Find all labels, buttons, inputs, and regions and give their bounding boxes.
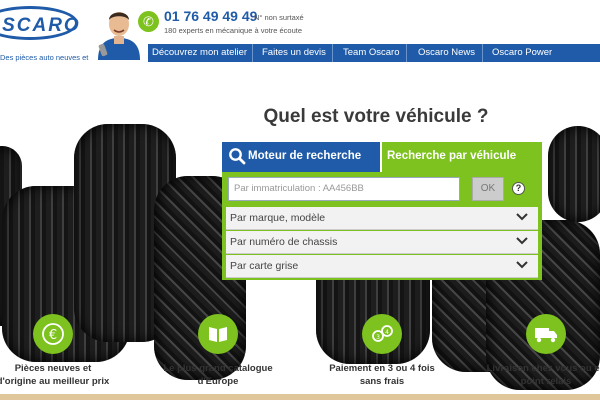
experts-text: 180 experts en mécanique à votre écoute xyxy=(164,26,303,35)
tab-vehicle-search-label: Recherche par véhicule xyxy=(387,150,517,162)
svg-text:4: 4 xyxy=(385,329,389,336)
chevron-down-icon xyxy=(516,237,528,245)
option-label: Par numéro de chassis xyxy=(230,236,338,248)
feature-line: Le plus grand catalogue xyxy=(163,363,273,374)
feature-text: Pièces neuves et d'origine au meilleur p… xyxy=(0,362,118,388)
nav-divider xyxy=(332,44,333,62)
nav-item-news[interactable]: Oscaro News xyxy=(418,44,475,62)
phone-icon: ✆ xyxy=(138,11,159,32)
feature-line: sans frais xyxy=(359,376,405,387)
feature-line: d'origine au meilleur prix xyxy=(0,376,110,387)
phone-number[interactable]: 01 76 49 49 49 xyxy=(164,8,257,24)
tab-search-engine[interactable]: Moteur de recherche xyxy=(222,142,380,172)
nav-item-devis[interactable]: Faites un devis xyxy=(262,44,326,62)
phone-note: N° non surtaxé xyxy=(254,13,304,22)
tab-search-engine-label: Moteur de recherche xyxy=(248,150,362,162)
feature-text: Le plus grand catalogue d'Europe xyxy=(153,362,283,388)
payment-icon: 34 xyxy=(362,314,402,354)
tab-vehicle-search[interactable]: Recherche par véhicule xyxy=(382,142,542,172)
search-icon xyxy=(229,148,246,165)
oscaro-logo[interactable]: OSCARO xyxy=(0,6,81,40)
feature-text: Paiement en 3 ou 4 fois sans frais xyxy=(317,362,447,388)
nav-item-team[interactable]: Team Oscaro xyxy=(343,44,400,62)
vehicle-search-panel: Par immatriculation : AA456BB OK ? Par m… xyxy=(222,172,542,280)
feature-line: point relais xyxy=(520,376,572,387)
nav-divider xyxy=(252,44,253,62)
feature-line: Paiement en 3 ou 4 fois xyxy=(329,363,435,374)
option-registration-card[interactable]: Par carte grise xyxy=(226,255,538,278)
book-icon xyxy=(198,314,238,354)
logo-text: OSCARO xyxy=(0,15,81,36)
mechanic-photo xyxy=(92,4,146,60)
nav-item-atelier[interactable]: Découvrez mon atelier xyxy=(152,44,247,62)
nav-divider xyxy=(482,44,483,62)
hero-section: Quel est votre véhicule ? Moteur de rech… xyxy=(0,62,600,400)
hero-title: Quel est votre véhicule ? xyxy=(263,106,489,127)
nav-divider xyxy=(406,44,407,62)
feature-line: Pièces neuves et xyxy=(14,363,92,374)
feature-line: Livraison chez vous ou en xyxy=(486,363,600,374)
option-chassis-number[interactable]: Par numéro de chassis xyxy=(226,231,538,254)
option-label: Par carte grise xyxy=(230,260,299,272)
help-icon[interactable]: ? xyxy=(512,182,525,195)
svg-text:€: € xyxy=(49,328,57,343)
chevron-down-icon xyxy=(516,261,528,269)
site-header: OSCARO Des pièces auto neuves et d'origi… xyxy=(0,0,600,72)
registration-input[interactable]: Par immatriculation : AA456BB xyxy=(228,177,460,201)
euro-icon: € xyxy=(33,314,73,354)
main-nav: Découvrez mon atelier Faites un devis Te… xyxy=(148,44,600,62)
feature-line: d'Europe xyxy=(197,376,239,387)
option-brand-model[interactable]: Par marque, modèle xyxy=(226,207,538,230)
chevron-down-icon xyxy=(516,213,528,221)
feature-text: Livraison chez vous ou en point relais xyxy=(481,362,600,388)
ok-button[interactable]: OK xyxy=(472,177,504,201)
footer-strip xyxy=(0,394,600,400)
tire-image xyxy=(548,126,600,222)
option-label: Par marque, modèle xyxy=(230,212,326,224)
vehicle-search-widget: Moteur de recherche Recherche par véhicu… xyxy=(222,142,542,280)
svg-text:3: 3 xyxy=(376,334,380,341)
nav-item-power[interactable]: Oscaro Power xyxy=(492,44,552,62)
truck-icon xyxy=(526,314,566,354)
